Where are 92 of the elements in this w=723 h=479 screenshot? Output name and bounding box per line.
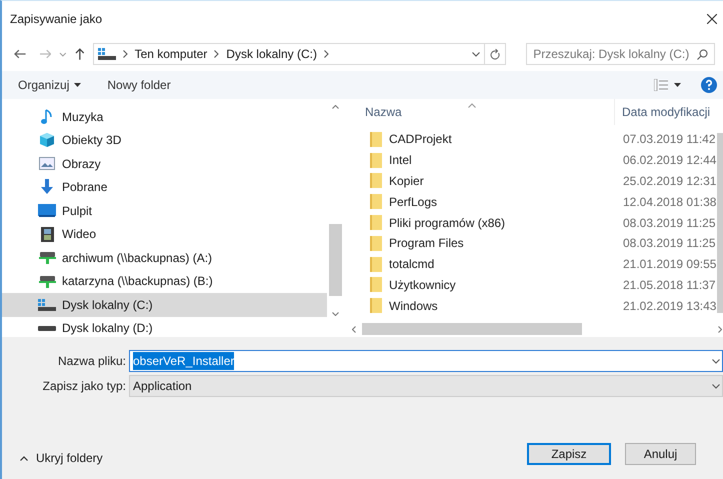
scroll-thumb[interactable] (362, 323, 582, 335)
forward-arrow-icon[interactable] (40, 49, 52, 59)
chevron-down-icon (712, 384, 720, 388)
sidebar-item[interactable]: Dysk lokalny (C:) (2, 293, 327, 316)
hide-folders-button[interactable]: Ukryj foldery (20, 449, 103, 467)
folder-icon (370, 194, 382, 210)
save-button[interactable]: Zapisz (527, 443, 611, 465)
network-drive-icon (38, 274, 56, 288)
folder-icon (370, 132, 382, 147)
sidebar-item[interactable]: Pobrane (2, 176, 327, 199)
sidebar-item[interactable]: Obrazy (2, 152, 327, 176)
caret-icon (674, 83, 681, 87)
file-name[interactable]: totalcmd (389, 255, 434, 274)
scroll-up-icon (332, 105, 339, 109)
modified-date: 06.02.2019 12:44 (622, 152, 716, 170)
folder-icon (370, 152, 382, 168)
folder-icon (370, 277, 382, 292)
file-name[interactable]: Kopier (389, 172, 424, 190)
drive-icon (38, 298, 56, 311)
refresh-icon (490, 48, 500, 60)
file-name[interactable]: Intel (389, 151, 412, 170)
folder-icon (370, 173, 382, 188)
chevron-up-icon (20, 456, 28, 460)
sort-ascending-icon (468, 103, 476, 108)
file-type-label: Zapisz jako typ: (42, 378, 127, 395)
file-name[interactable]: Windows (389, 296, 438, 315)
breadcrumb-item[interactable]: Ten komputer (134, 45, 208, 63)
column-header[interactable]: Data modyfikacji (615, 99, 716, 125)
chevron-down-icon (712, 358, 720, 364)
sidebar-item[interactable]: archiwum (\\backupnas) (A:) (2, 246, 327, 270)
modified-date: 08.03.2019 11:25 (622, 235, 716, 252)
up-arrow-icon[interactable] (74, 48, 85, 60)
file-name[interactable]: Program Files (389, 234, 464, 252)
scroll-thumb[interactable] (329, 224, 342, 296)
window-title: Zapisywanie jako (10, 11, 102, 28)
chevron-right-icon (122, 50, 128, 58)
drive-icon (38, 324, 56, 332)
search-field[interactable]: Przeszukaj: Dysk lokalny (C:) (526, 43, 715, 65)
film-icon (40, 226, 54, 242)
column-header[interactable]: Nazwa (350, 99, 615, 125)
sidebar-item[interactable]: Pulpit (2, 199, 327, 222)
file-name[interactable]: Użytkownicy (389, 276, 456, 294)
new-folder-button[interactable]: Nowy folder (107, 76, 171, 94)
file-name[interactable]: CADProjekt (389, 130, 452, 148)
modified-date: 08.03.2019 11:25 (622, 214, 716, 232)
scroll-right-icon (718, 326, 722, 332)
chevron-down-icon[interactable] (472, 52, 480, 56)
folder-icon (370, 256, 382, 272)
folder-icon (370, 236, 382, 251)
cancel-button[interactable]: Anuluj (625, 443, 696, 465)
organize-button[interactable]: Organizuj (18, 76, 82, 94)
sidebar-item[interactable]: katarzyna (\\backupnas) (B:) (2, 270, 327, 293)
breadcrumb-item[interactable]: Dysk lokalny (C:) (226, 45, 317, 63)
folder-icon (370, 215, 382, 230)
modified-date: 07.03.2019 11:42 (622, 131, 716, 148)
file-name[interactable]: PerfLogs (389, 192, 438, 211)
sidebar-item[interactable]: Wideo (2, 222, 327, 246)
sidebar-item[interactable]: Muzyka (2, 105, 327, 128)
file-type-dropdown[interactable]: Application (129, 375, 723, 397)
scroll-left-icon (352, 326, 356, 332)
modified-date: 12.04.2018 01:38 (622, 194, 716, 211)
modified-date: 21.01.2019 09:55 (622, 256, 716, 274)
search-icon (697, 48, 708, 60)
details-view-icon (654, 79, 668, 91)
file-name-label: Nazwa pliku: (56, 353, 127, 370)
sidebar-item[interactable]: Obiekty 3D (2, 128, 327, 152)
chevron-right-icon (324, 50, 329, 58)
download-arrow-icon (40, 179, 54, 196)
file-name[interactable]: Pliki programów (x86) (389, 214, 506, 232)
music-note-icon (40, 108, 54, 125)
view-options-button[interactable] (654, 79, 681, 91)
modified-date: 25.02.2019 12:31 (622, 172, 716, 190)
cube-icon (39, 132, 55, 148)
modified-date: 21.05.2018 11:37 (622, 276, 716, 294)
help-icon[interactable] (701, 77, 717, 93)
file-name-field[interactable]: obserVeR_Installer (129, 350, 723, 372)
picture-icon (39, 157, 55, 170)
drive-icon (98, 48, 116, 60)
chevron-right-icon (214, 50, 220, 58)
network-drive-icon (38, 251, 56, 264)
desktop-icon (38, 204, 56, 218)
folder-icon (370, 298, 382, 314)
modified-date: 21.02.2019 13:43 (622, 298, 716, 315)
horizontal-scrollbar[interactable] (350, 321, 723, 337)
sidebar-item[interactable]: Dysk lokalny (D:) (2, 316, 327, 340)
scroll-down-icon (332, 312, 339, 316)
caret-icon (74, 83, 82, 87)
close-icon[interactable] (707, 14, 717, 24)
address-bar[interactable]: Ten komputer Dysk lokalny (C:) (92, 43, 485, 65)
refresh-button[interactable] (484, 43, 506, 65)
back-arrow-icon[interactable] (14, 49, 26, 59)
scroll-thumb[interactable] (717, 133, 723, 313)
